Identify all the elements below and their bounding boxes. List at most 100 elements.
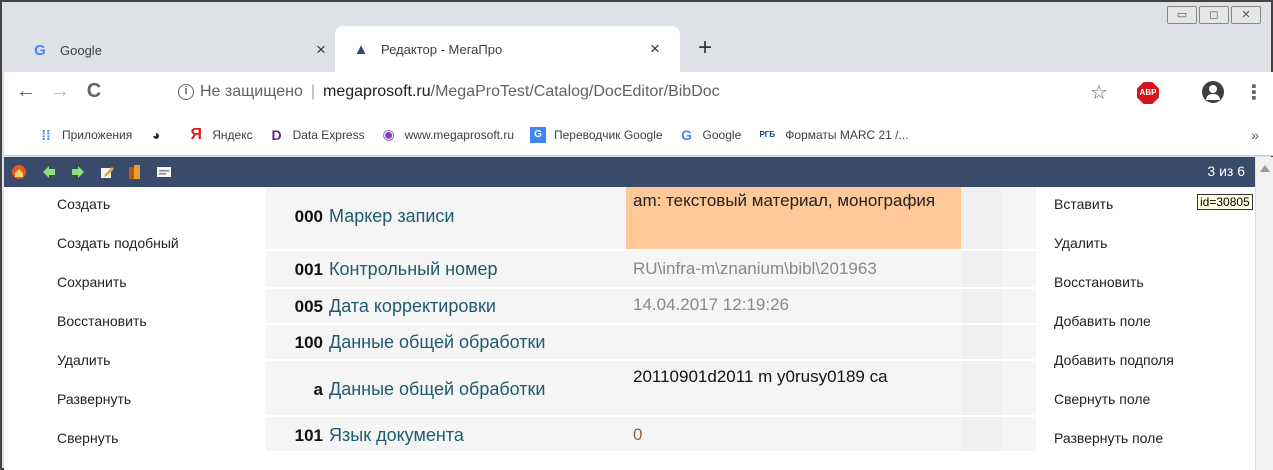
field-row[interactable]: a Данные общей обработки 20110901d2011 m… xyxy=(266,361,1036,417)
menu-collapse[interactable]: Свернуть xyxy=(4,421,266,460)
menu-restore[interactable]: Восстановить xyxy=(4,304,266,343)
field-row[interactable]: 005 Дата корректировки 14.04.2017 12:19:… xyxy=(266,289,1036,325)
url-host: megaprosoft.ru xyxy=(323,83,431,100)
google-favicon-icon: G xyxy=(34,41,46,59)
tab-megapro-editor[interactable]: ▲ Редактор - МегаПро × xyxy=(335,26,680,72)
field-value[interactable]: am: текстовый материал, монография xyxy=(626,187,961,249)
menu-create[interactable]: Создать xyxy=(4,187,266,226)
menu-create-similar[interactable]: Создать подобный xyxy=(4,226,266,265)
bookmark-label: Переводчик Google xyxy=(554,127,663,142)
field-value[interactable] xyxy=(626,329,961,333)
menu-collapse-field[interactable]: Свернуть поле xyxy=(1054,382,1254,421)
bookmark-yandex[interactable]: Я Яндекс xyxy=(188,125,253,143)
scroll-up-icon[interactable] xyxy=(1260,165,1270,172)
bookmark-apps[interactable]: ⁞⁞ Приложения xyxy=(38,127,132,143)
bookmark-label: Приложения xyxy=(62,127,133,142)
arrow-right-icon[interactable] xyxy=(70,164,86,180)
globe-icon: ◕ xyxy=(151,126,161,143)
field-extra-cell xyxy=(961,289,1001,323)
bookmark-google[interactable]: G Google xyxy=(679,126,742,143)
data-express-icon: D xyxy=(271,126,282,143)
arrow-left-icon[interactable] xyxy=(41,164,57,180)
megapro-favicon-icon: ▲ xyxy=(353,40,369,58)
browser-window: ▭ ◻ ✕ G Google × ▲ Редактор - МегаПро × … xyxy=(0,0,1273,470)
bookmark-megaprosoft[interactable]: ◉ www.megaprosoft.ru xyxy=(381,126,515,143)
field-label: Данные общей обработки xyxy=(329,379,546,399)
record-fields-table: 000 Маркер записи am: текстовый материал… xyxy=(266,187,1036,453)
bookmark-google-translate[interactable]: G Переводчик Google xyxy=(530,126,663,143)
field-value[interactable]: 20110901d2011 m y0rusy0189 ca xyxy=(626,365,961,389)
new-tab-button[interactable]: + xyxy=(698,34,712,62)
menu-expand[interactable]: Развернуть xyxy=(4,382,266,421)
bookmark-label: Google xyxy=(702,127,742,142)
field-value[interactable]: RU\infra-m\znanium\bibl\201963 xyxy=(626,257,961,281)
page-content: 3 из 6 Создать Создать подобный Сохранит… xyxy=(4,157,1273,470)
tab-title: Google xyxy=(60,42,102,58)
record-id-tooltip: id=30805 xyxy=(1197,194,1253,210)
back-button[interactable]: ← xyxy=(14,80,38,103)
field-label: Язык документа xyxy=(329,425,464,445)
bookmark-data-express[interactable]: D Data Express xyxy=(269,127,365,143)
field-extra-cell xyxy=(961,361,1001,415)
reload-button[interactable]: C xyxy=(82,80,106,103)
browser-toolbar: ← → C i Не защищено | megaprosoft.ru /Me… xyxy=(4,72,1273,114)
field-row[interactable]: 101 Язык документа 0 xyxy=(266,417,1036,453)
page-scrollbar[interactable] xyxy=(1255,157,1273,470)
account-icon[interactable] xyxy=(1202,81,1224,103)
field-row[interactable]: 000 Маркер записи am: текстовый материал… xyxy=(266,187,1036,251)
url-path: /MegaProTest/Catalog/DocEditor/BibDoc xyxy=(430,83,720,100)
field-extra-cell xyxy=(961,417,1001,451)
menu-add-field[interactable]: Добавить поле xyxy=(1054,304,1254,343)
books-icon[interactable] xyxy=(127,164,143,180)
bookmark-label: Data Express xyxy=(292,127,365,142)
field-number: a xyxy=(313,380,323,399)
app-toolbar: 3 из 6 xyxy=(4,157,1255,187)
bookmarks-bar: ⁞⁞ Приложения ◕ Я Яндекс D Data Express … xyxy=(4,114,1273,156)
menu-add-subfields[interactable]: Добавить подполя xyxy=(1054,343,1254,382)
home-icon[interactable] xyxy=(11,164,27,180)
field-label: Контрольный номер xyxy=(329,259,498,279)
card-icon[interactable] xyxy=(156,164,172,180)
bookmark-label: Яндекс xyxy=(212,127,253,142)
bookmarks-more-button[interactable]: » xyxy=(1251,127,1259,143)
bookmark-star-icon[interactable]: ☆ xyxy=(1090,80,1108,105)
apps-grid-icon: ⁞⁞ xyxy=(41,126,51,143)
address-bar[interactable]: i Не защищено | megaprosoft.ru /MegaProT… xyxy=(164,76,1124,108)
menu-save[interactable]: Сохранить xyxy=(4,265,266,304)
megaprosoft-icon: ◉ xyxy=(382,126,395,142)
record-counter: 3 из 6 xyxy=(1207,163,1245,179)
separator: | xyxy=(310,83,316,100)
edit-icon[interactable] xyxy=(99,164,115,180)
yandex-icon: Я xyxy=(190,125,202,143)
tab-close-icon[interactable]: × xyxy=(644,39,666,59)
field-value[interactable]: 14.04.2017 12:19:26 xyxy=(626,293,961,317)
bookmark-marc21[interactable]: РГБ Форматы MARC 21 /... xyxy=(757,127,908,143)
field-row[interactable]: 001 Контрольный номер RU\infra-m\znanium… xyxy=(266,251,1036,289)
right-action-menu: Вставить Удалить Восстановить Добавить п… xyxy=(1054,187,1254,460)
field-number: 001 xyxy=(294,260,323,279)
field-value[interactable]: 0 xyxy=(626,423,961,447)
tab-close-icon[interactable]: × xyxy=(310,40,332,60)
field-number: 000 xyxy=(294,207,323,226)
menu-delete[interactable]: Удалить xyxy=(4,343,266,382)
menu-expand-field[interactable]: Развернуть поле xyxy=(1054,421,1254,460)
translate-icon: G xyxy=(530,126,546,143)
field-label: Дата корректировки xyxy=(329,296,496,316)
security-label: Не защищено xyxy=(200,83,303,100)
rgb-icon: РГБ xyxy=(759,130,776,139)
field-number: 005 xyxy=(294,297,323,316)
left-action-menu: Создать Создать подобный Сохранить Восст… xyxy=(4,187,266,460)
field-row[interactable]: 100 Данные общей обработки xyxy=(266,325,1036,361)
tab-google[interactable]: G Google × xyxy=(32,28,332,72)
field-extra-cell xyxy=(961,251,1001,287)
adblock-plus-icon[interactable]: ABP xyxy=(1137,82,1159,104)
tab-strip: G Google × ▲ Редактор - МегаПро × + xyxy=(8,20,1266,72)
google-icon: G xyxy=(681,126,692,143)
menu-dots-icon[interactable]: ⋮ xyxy=(1244,80,1264,105)
forward-button[interactable]: → xyxy=(48,80,72,103)
menu-restore-field[interactable]: Восстановить xyxy=(1054,265,1254,304)
menu-delete-field[interactable]: Удалить xyxy=(1054,226,1254,265)
bookmark-globe[interactable]: ◕ xyxy=(148,127,172,143)
tab-title: Редактор - МегаПро xyxy=(381,41,503,57)
info-icon[interactable]: i xyxy=(178,84,194,100)
